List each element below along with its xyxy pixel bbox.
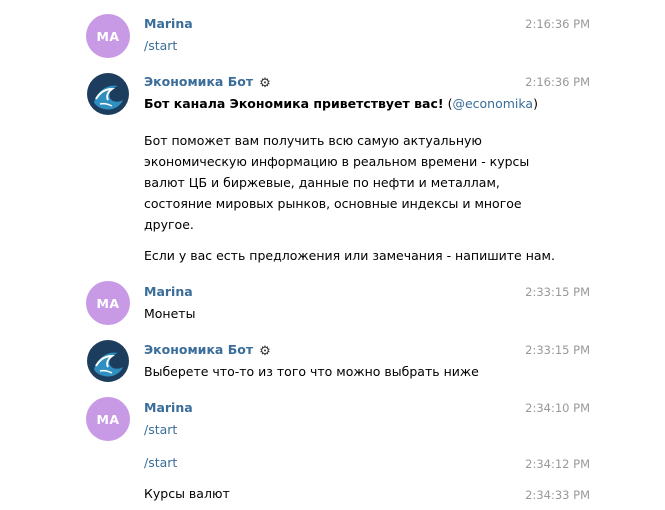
economika-logo-icon[interactable] <box>86 339 130 383</box>
bot-name[interactable]: Экономика Бот ⚙ <box>144 342 271 359</box>
description-line: экономическую информацию в реальном врем… <box>144 154 530 169</box>
avatar-initials: MA <box>96 411 120 427</box>
message-text: Выберете что-то из того что можно выбрат… <box>144 364 479 379</box>
message-time: 2:33:15 PM <box>525 343 590 357</box>
chat-history: MA Marina 2:16:36 PM /start Экономика Бо… <box>0 0 665 510</box>
command-link[interactable]: /start <box>144 35 177 56</box>
avatar[interactable]: MA <box>86 281 130 325</box>
message-time: 2:34:10 PM <box>525 401 590 415</box>
message-time: 2:34:33 PM <box>525 488 590 502</box>
bot-name-label: Экономика Бот <box>144 342 254 357</box>
message-text: Монеты <box>144 306 196 321</box>
avatar[interactable]: MA <box>86 397 130 441</box>
greeting-line: Бот канала Экономика приветствует вас! (… <box>144 93 538 114</box>
description-line: состояние мировых рынков, основные индек… <box>144 196 522 211</box>
economika-logo-icon[interactable] <box>86 72 130 116</box>
message-text: Курсы валют <box>144 486 230 501</box>
sender-name[interactable]: Marina <box>144 16 193 31</box>
greeting-bold: Бот канала Экономика приветствует вас! <box>144 96 444 111</box>
sender-name[interactable]: Marina <box>144 284 193 299</box>
message-time: 2:34:12 PM <box>525 457 590 471</box>
description-line: валют ЦБ и биржевые, данные по нефти и м… <box>144 175 500 190</box>
description-line: другое. <box>144 217 194 232</box>
message-time: 2:16:36 PM <box>525 75 590 89</box>
avatar-initials: MA <box>96 28 120 44</box>
description-line: Бот поможет вам получить всю самую актуа… <box>144 133 482 148</box>
message-time: 2:33:15 PM <box>525 285 590 299</box>
bot-description: Бот поможет вам получить всю самую актуа… <box>144 130 529 235</box>
bot-name-label: Экономика Бот <box>144 74 254 89</box>
channel-mention-link[interactable]: @economika <box>452 96 533 111</box>
command-link[interactable]: /start <box>144 419 177 440</box>
bot-badge-icon: ⚙ <box>259 344 271 359</box>
feedback-line: Если у вас есть предложения или замечани… <box>144 248 555 263</box>
command-link[interactable]: /start <box>144 452 177 473</box>
bot-name[interactable]: Экономика Бот ⚙ <box>144 74 271 91</box>
paren-close: ) <box>533 96 538 111</box>
sender-name[interactable]: Marina <box>144 400 193 415</box>
avatar-initials: MA <box>96 295 120 311</box>
avatar[interactable]: MA <box>86 14 130 58</box>
bot-badge-icon: ⚙ <box>259 76 271 91</box>
message-time: 2:16:36 PM <box>525 17 590 31</box>
